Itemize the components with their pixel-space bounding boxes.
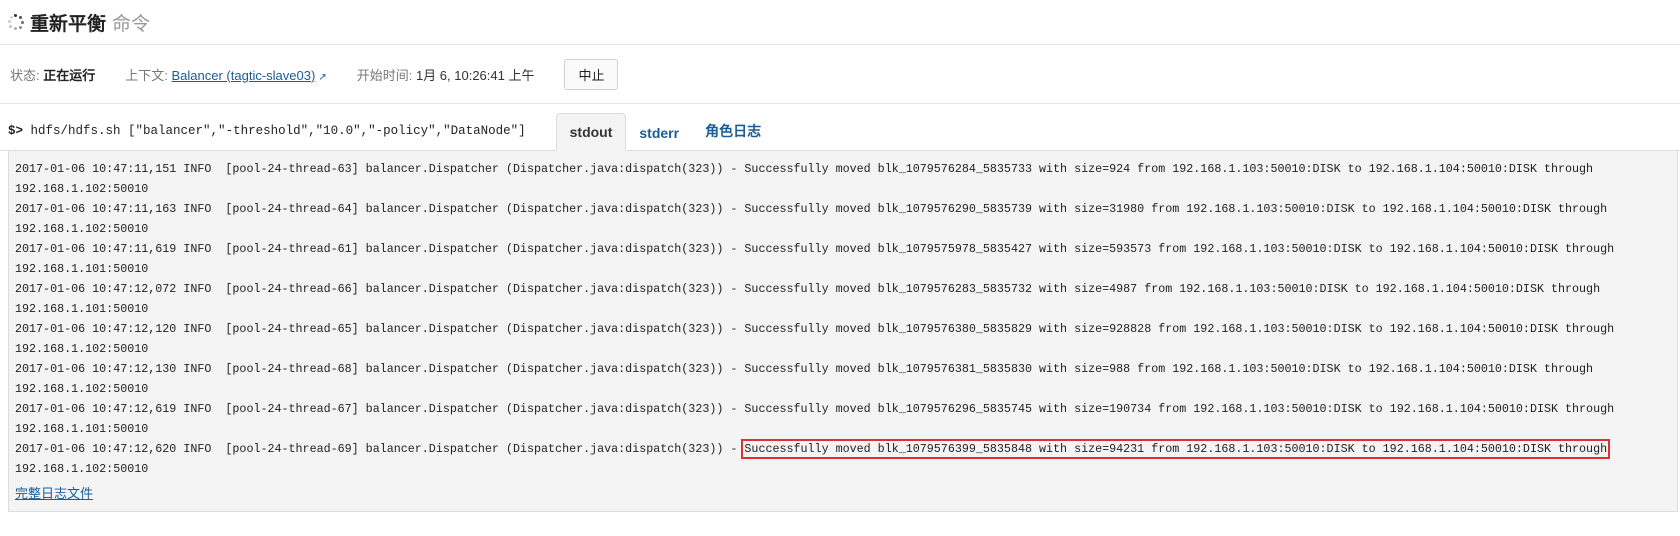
tab-stderr[interactable]: stderr <box>626 115 692 151</box>
status-value: 正在运行 <box>43 67 96 83</box>
log-line-continuation: 192.168.1.101:50010 <box>15 302 149 316</box>
status-label: 状态: <box>10 67 40 83</box>
log-prefix: 2017-01-06 10:47:11,619 INFO [pool-24-th… <box>15 242 745 256</box>
page-title: 重新平衡 <box>30 13 107 35</box>
log-message: Successfully moved blk_1079576381_583583… <box>744 362 1594 376</box>
context-group: 上下文: Balancer (tagtic-slave03) ↗ <box>125 65 326 84</box>
log-message: Successfully moved blk_1079576296_583574… <box>744 402 1615 416</box>
log-line: 2017-01-06 10:47:12,120 INFO [pool-24-th… <box>15 319 1677 339</box>
context-link[interactable]: Balancer (tagtic-slave03) <box>172 68 316 83</box>
log-line: 2017-01-06 10:47:12,072 INFO [pool-24-th… <box>15 279 1677 299</box>
log-line-continuation: 192.168.1.102:50010 <box>15 182 149 196</box>
abort-button[interactable]: 中止 <box>564 58 619 90</box>
highlighted-log-message: Successfully moved blk_1079576399_583584… <box>741 439 1611 459</box>
log-line-continuation: 192.168.1.102:50010 <box>15 382 149 396</box>
log-prefix: 2017-01-06 10:47:12,120 INFO [pool-24-th… <box>15 322 745 336</box>
log-message: Successfully moved blk_1079576380_583582… <box>744 322 1615 336</box>
log-lines: 2017-01-06 10:47:11,151 INFO [pool-24-th… <box>15 159 1677 479</box>
log-line: 2017-01-06 10:47:11,619 INFO [pool-24-th… <box>15 239 1677 259</box>
command-prompt: $> <box>8 124 24 138</box>
running-spinner-icon <box>8 14 24 30</box>
log-line-continuation: 192.168.1.102:50010 <box>15 222 149 236</box>
log-line: 2017-01-06 10:47:12,619 INFO [pool-24-th… <box>15 399 1677 419</box>
log-output: 2017-01-06 10:47:11,151 INFO [pool-24-th… <box>8 151 1678 512</box>
log-prefix: 2017-01-06 10:47:12,619 INFO [pool-24-th… <box>15 402 745 416</box>
status-bar: 状态: 正在运行 上下文: Balancer (tagtic-slave03) ↗… <box>0 45 1680 104</box>
log-line: 2017-01-06 10:47:12,130 INFO [pool-24-th… <box>15 359 1677 379</box>
log-line-continuation: 192.168.1.102:50010 <box>15 342 149 356</box>
log-line: 2017-01-06 10:47:11,163 INFO [pool-24-th… <box>15 199 1677 219</box>
start-time-value: 1月 6, 10:26:41 上午 <box>415 67 535 83</box>
log-prefix: 2017-01-06 10:47:12,620 INFO [pool-24-th… <box>15 442 745 456</box>
log-message: Successfully moved blk_1079575978_583542… <box>744 242 1615 256</box>
start-time-label: 开始时间: <box>356 67 413 83</box>
log-line-continuation: 192.168.1.101:50010 <box>15 422 149 436</box>
context-label: 上下文: <box>125 67 168 83</box>
log-prefix: 2017-01-06 10:47:12,130 INFO [pool-24-th… <box>15 362 745 376</box>
log-prefix: 2017-01-06 10:47:12,072 INFO [pool-24-th… <box>15 282 745 296</box>
command-line: $> hdfs/hdfs.sh ["balancer","-threshold"… <box>8 124 526 138</box>
command-text: hdfs/hdfs.sh ["balancer","-threshold","1… <box>30 124 526 138</box>
start-time-group: 开始时间: 1月 6, 10:26:41 上午 <box>357 65 535 84</box>
log-message: Successfully moved blk_1079576284_583573… <box>744 162 1594 176</box>
log-line-continuation: 192.168.1.101:50010 <box>15 262 149 276</box>
log-prefix: 2017-01-06 10:47:11,151 INFO [pool-24-th… <box>15 162 745 176</box>
command-row: $> hdfs/hdfs.sh ["balancer","-threshold"… <box>0 104 1680 151</box>
log-message: Successfully moved blk_1079576283_583573… <box>744 282 1601 296</box>
log-line: 2017-01-06 10:47:11,151 INFO [pool-24-th… <box>15 159 1677 179</box>
log-line-continuation: 192.168.1.102:50010 <box>15 462 149 476</box>
tab-role-log[interactable]: 角色日志 <box>692 111 774 151</box>
page-subtitle: 命令 <box>112 13 151 35</box>
full-log-link[interactable]: 完整日志文件 <box>15 483 93 502</box>
external-link-icon: ↗ <box>318 71 327 83</box>
log-message: Successfully moved blk_1079576290_583573… <box>744 202 1608 216</box>
log-prefix: 2017-01-06 10:47:11,163 INFO [pool-24-th… <box>15 202 745 216</box>
tab-stdout[interactable]: stdout <box>555 113 627 151</box>
log-line: 2017-01-06 10:47:12,620 INFO [pool-24-th… <box>15 439 1677 459</box>
status-group: 状态: 正在运行 <box>10 65 95 84</box>
page-header: 重新平衡 命令 <box>0 0 1680 45</box>
